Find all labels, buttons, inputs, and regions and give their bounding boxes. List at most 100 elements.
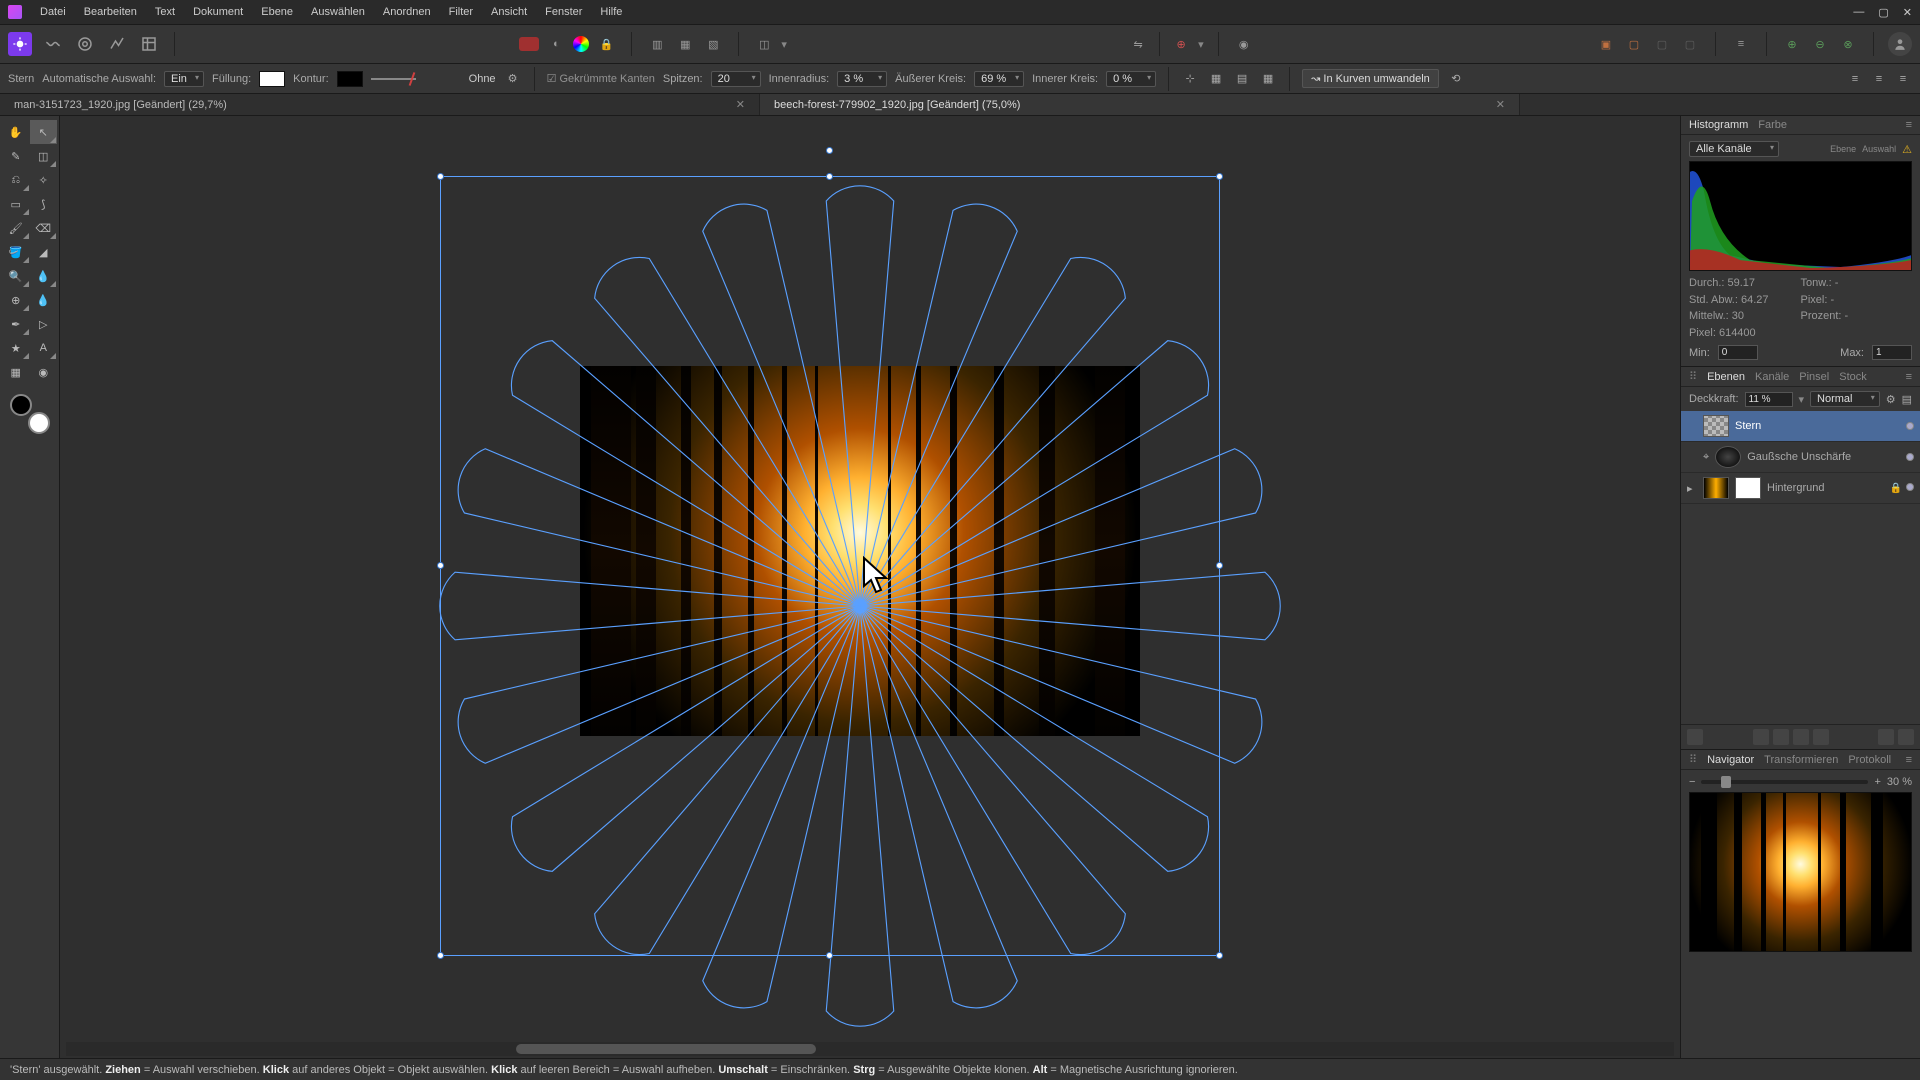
healing-tool[interactable]: 💧 xyxy=(30,288,58,312)
menu-item[interactable]: Ansicht xyxy=(491,6,527,18)
outer-circle-input[interactable]: 69 % xyxy=(974,71,1024,87)
crop-button[interactable] xyxy=(1813,729,1829,745)
cycle-select-icon[interactable]: ▤ xyxy=(1233,70,1251,88)
text-tool[interactable]: A xyxy=(30,336,58,360)
hist-mode-layer[interactable]: Ebene xyxy=(1830,144,1856,154)
canvas[interactable] xyxy=(60,116,1680,1058)
subtract-icon[interactable]: ⊖ xyxy=(1809,33,1831,55)
horizontal-scrollbar[interactable] xyxy=(66,1042,1674,1056)
arrange-dim-icon[interactable]: ▢ xyxy=(1679,33,1701,55)
close-tab-icon[interactable]: ✕ xyxy=(1496,98,1505,111)
antialias-checkbox[interactable]: ☑ Gekrümmte Kanten xyxy=(547,72,655,85)
convert-to-curves-button[interactable]: ↝ In Kurven umwandeln xyxy=(1302,69,1439,88)
maximize-icon[interactable]: ▢ xyxy=(1878,6,1888,19)
document-tab[interactable]: man-3151723_1920.jpg [Geändert] (29,7%) … xyxy=(0,94,760,115)
tab-navigator[interactable]: Navigator xyxy=(1707,754,1754,766)
tonemap-persona-button[interactable] xyxy=(106,33,128,55)
stroke-width-slider[interactable] xyxy=(371,78,461,80)
quickmask-icon[interactable]: ◉ xyxy=(1233,33,1255,55)
menu-item[interactable]: Hilfe xyxy=(600,6,622,18)
layer-row[interactable]: ▸ Hintergrund 🔒 xyxy=(1681,473,1920,504)
photo-persona-button[interactable] xyxy=(8,32,32,56)
tab-brushes[interactable]: Pinsel xyxy=(1799,371,1829,383)
node-tool[interactable]: ▷ xyxy=(30,312,58,336)
layer-row[interactable]: ⌖ Gaußsche Unschärfe xyxy=(1681,442,1920,473)
export-persona-button[interactable] xyxy=(138,33,160,55)
dropdown-caret-icon[interactable]: ▾ xyxy=(1198,38,1204,51)
tab-channels[interactable]: Kanäle xyxy=(1755,371,1789,383)
clip-icon[interactable]: ◫ xyxy=(753,33,775,55)
color-picker-tool[interactable]: ✎ xyxy=(2,144,30,168)
visibility-toggle[interactable] xyxy=(1906,483,1914,491)
fill-tool[interactable]: 🪣 xyxy=(2,240,30,264)
account-avatar[interactable] xyxy=(1888,32,1912,56)
fill-swatch[interactable] xyxy=(259,71,285,87)
lock-icon[interactable]: 🔒 xyxy=(595,33,617,55)
menu-item[interactable]: Bearbeiten xyxy=(84,6,137,18)
auto-select-dropdown[interactable]: Ein xyxy=(164,71,204,87)
opacity-input[interactable] xyxy=(1745,392,1793,407)
color-wheel-icon[interactable] xyxy=(573,36,589,52)
livefilter-button[interactable] xyxy=(1793,729,1809,745)
show-alignment-icon[interactable]: ▦ xyxy=(1259,70,1277,88)
close-tab-icon[interactable]: ✕ xyxy=(736,98,745,111)
layer-row[interactable]: Stern xyxy=(1681,411,1920,442)
flood-select-tool[interactable]: ✧ xyxy=(30,168,58,192)
fx-button[interactable] xyxy=(1773,729,1789,745)
arrange-dim-icon[interactable]: ▢ xyxy=(1651,33,1673,55)
lock-icon[interactable]: 🔒 xyxy=(1890,483,1902,494)
panel-menu-icon[interactable]: ≡ xyxy=(1906,754,1912,766)
freehand-select-tool[interactable]: ⟆ xyxy=(30,192,58,216)
layer-name[interactable]: Stern xyxy=(1735,420,1761,432)
menu-item[interactable]: Fenster xyxy=(545,6,582,18)
tab-stock[interactable]: Stock xyxy=(1839,371,1867,383)
selection-brush-tool[interactable]: ⎌ xyxy=(2,168,30,192)
panel-menu-icon[interactable]: ≡ xyxy=(1906,371,1912,383)
star-tool[interactable]: ★ xyxy=(2,336,30,360)
zoom-out-button[interactable]: − xyxy=(1689,776,1695,788)
dropdown-caret-icon[interactable]: ▾ xyxy=(781,38,787,51)
transform-origin-icon[interactable]: ⊹ xyxy=(1181,70,1199,88)
align-right-icon[interactable]: ≡ xyxy=(1894,70,1912,88)
gradient-tool[interactable]: ◢ xyxy=(30,240,58,264)
align-left-icon[interactable]: ≡ xyxy=(1846,70,1864,88)
menu-item[interactable]: Text xyxy=(155,6,175,18)
navigator-preview[interactable] xyxy=(1689,792,1912,952)
dodge-tool[interactable]: 🔍 xyxy=(2,264,30,288)
hist-mode-selection[interactable]: Auswahl xyxy=(1862,144,1896,154)
tab-histogram[interactable]: Histogramm xyxy=(1689,119,1748,131)
menu-item[interactable]: Filter xyxy=(449,6,473,18)
crop-tool[interactable]: ◫ xyxy=(30,144,58,168)
tab-transform[interactable]: Transformieren xyxy=(1764,754,1838,766)
color-wells[interactable] xyxy=(10,394,50,434)
mask-layer-button[interactable] xyxy=(1687,729,1703,745)
tab-color[interactable]: Farbe xyxy=(1758,119,1787,131)
panel-menu-icon[interactable]: ≡ xyxy=(1906,119,1912,131)
visibility-toggle[interactable] xyxy=(1906,453,1914,461)
rgb-icon[interactable] xyxy=(519,37,539,51)
zoom-slider[interactable] xyxy=(1701,780,1868,784)
layer-mask-thumbnail[interactable] xyxy=(1735,477,1761,499)
reset-icon[interactable]: ⟲ xyxy=(1447,70,1465,88)
layer-name[interactable]: Gaußsche Unschärfe xyxy=(1747,451,1851,463)
smudge-tool[interactable]: 💧 xyxy=(30,264,58,288)
hand-tool[interactable]: ✋ xyxy=(2,120,30,144)
document-tab[interactable]: beech-forest-779902_1920.jpg [Geändert] … xyxy=(760,94,1520,115)
move-tool[interactable]: ↖ xyxy=(30,120,58,144)
close-icon[interactable]: ✕ xyxy=(1903,6,1912,19)
mesh-tool[interactable]: ▦ xyxy=(2,360,30,384)
visibility-toggle[interactable] xyxy=(1906,422,1914,430)
menu-item[interactable]: Auswählen xyxy=(311,6,365,18)
view-tool[interactable]: ◉ xyxy=(30,360,58,384)
inner-circle-input[interactable]: 0 % xyxy=(1106,71,1156,87)
points-input[interactable]: 20 xyxy=(711,71,761,87)
panel-drag-icon[interactable]: ⠿ xyxy=(1689,753,1697,766)
snap-center-icon[interactable]: ▦ xyxy=(674,33,696,55)
delete-layer-button[interactable] xyxy=(1898,729,1914,745)
gear-icon[interactable]: ⚙ xyxy=(504,70,522,88)
tab-history[interactable]: Protokoll xyxy=(1848,754,1891,766)
intersect-icon[interactable]: ⊗ xyxy=(1837,33,1859,55)
chevron-icon[interactable]: ▸ xyxy=(1687,482,1697,495)
align-center-icon[interactable]: ≡ xyxy=(1870,70,1888,88)
pen-tool[interactable]: ✒ xyxy=(2,312,30,336)
